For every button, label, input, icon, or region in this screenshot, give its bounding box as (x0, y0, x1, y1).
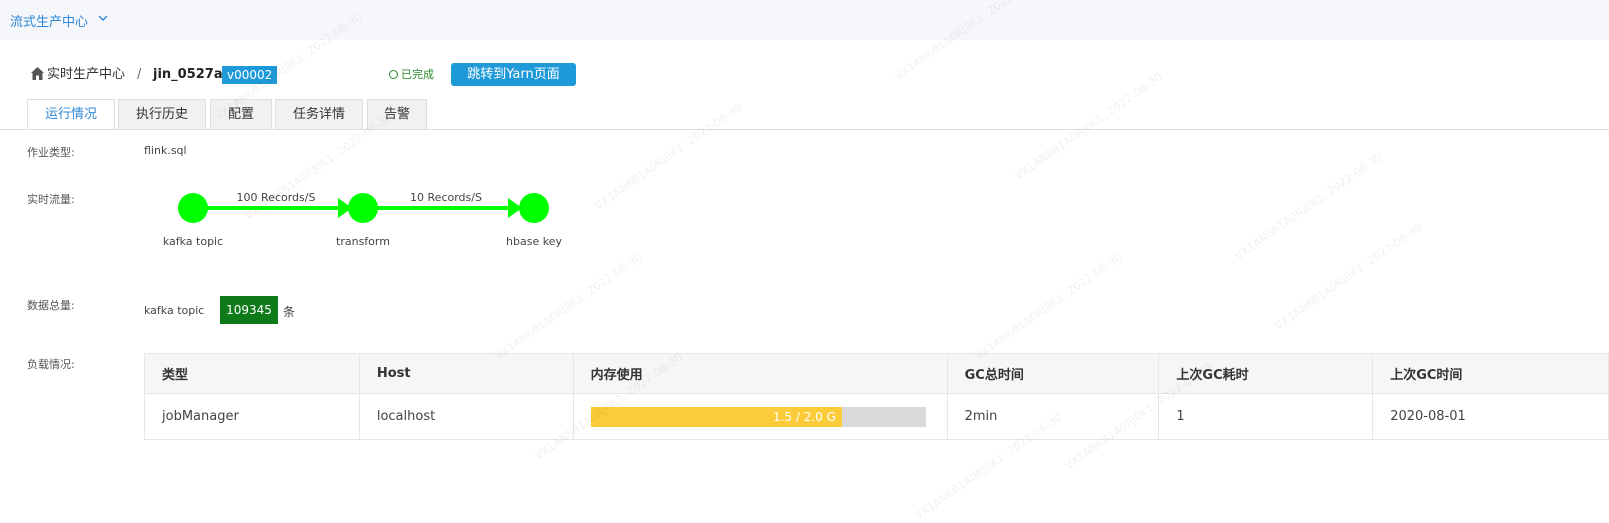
table-header-type: 类型 (144, 353, 360, 394)
memory-usage-bar: 1.5 / 2.0 G (590, 406, 926, 427)
flow-node-hbase (519, 193, 549, 223)
flow-node-label-transform: transform (336, 235, 390, 248)
chevron-down-icon[interactable] (97, 12, 109, 24)
job-type-label: 作业类型: (27, 146, 75, 159)
home-icon (31, 67, 44, 80)
app-switcher-title[interactable]: 流式生产中心 (10, 11, 88, 30)
job-type-value: flink.sql (144, 144, 187, 157)
tab-execution-history[interactable]: 执行历史 (118, 99, 206, 130)
watermark-text: VX1AN6B1A0RJ0K1, 2022-06-30 (492, 250, 645, 363)
cell-host: localhost (358, 393, 574, 440)
flow-node-label-kafka: kafka topic (163, 235, 223, 248)
breadcrumb-separator: / (137, 67, 142, 82)
status-ring-icon (389, 70, 398, 79)
realtime-flow-label: 实时流量: (27, 193, 75, 206)
flow-node-kafka (178, 193, 208, 223)
data-total-unit: 条 (283, 305, 296, 319)
version-badge: v00002 (222, 66, 278, 84)
flow-edge-label-2: 10 Records/S (410, 191, 482, 204)
flow-node-transform (348, 193, 378, 223)
watermark-text: VX1AN6B1A0RJ0K1, 2022-06-30 (1232, 150, 1385, 263)
realtime-flow-diagram: 100 Records/S 10 Records/S kafka topic t… (163, 191, 563, 248)
job-name: jin_0527a (153, 67, 223, 82)
cell-type: jobManager (144, 393, 360, 440)
memory-usage-fill: 1.5 / 2.0 G (590, 406, 842, 427)
table-row: jobManager localhost 1.5 / 2.0 G 2min 1 … (144, 393, 1609, 440)
cell-memory: 1.5 / 2.0 G (572, 393, 948, 440)
jump-to-yarn-button[interactable]: 跳转到Yarn页面 (451, 63, 576, 86)
tab-config[interactable]: 配置 (210, 99, 272, 130)
watermark-text: VX1AN6B1A0RJ0K1, 2022-06-30 (972, 250, 1125, 363)
status-indicator: 已完成 (389, 68, 434, 82)
table-header-row: 类型 Host 内存使用 GC总时间 上次GC耗时 上次GC时间 (144, 353, 1609, 394)
flow-edge-label-1: 100 Records/S (237, 191, 316, 204)
watermark-text: VX1AN6B1A0RJ0K1, 2022-06-30 (1012, 70, 1165, 183)
table-header-last-gc-duration: 上次GC耗时 (1158, 353, 1374, 394)
table-header-host: Host (358, 353, 574, 394)
watermark-text: VX1AN6B1A0RJ0K1, 2022-06-30 (1272, 220, 1425, 333)
tab-task-details[interactable]: 任务详情 (275, 99, 363, 130)
data-total-count: 109345 (220, 296, 278, 324)
load-table: 类型 Host 内存使用 GC总时间 上次GC耗时 上次GC时间 jobMana… (144, 353, 1609, 440)
top-bar: 流式生产中心 (0, 0, 1609, 40)
load-label: 负载情况: (27, 358, 75, 371)
tab-running-status[interactable]: 运行情况 (27, 99, 115, 130)
tabs-divider (0, 129, 1609, 130)
cell-gc-total: 2min (946, 393, 1160, 440)
cell-last-gc-duration: 1 (1158, 393, 1374, 440)
status-text: 已完成 (401, 68, 434, 81)
flow-node-label-hbase: hbase key (506, 235, 562, 248)
watermark-text: VX1AN6B1A0RJ0K1, 2022-06-30 (592, 100, 745, 213)
data-total-source: kafka topic (144, 304, 205, 317)
breadcrumb-root[interactable]: 实时生产中心 (47, 66, 125, 84)
tab-alerts[interactable]: 告警 (367, 99, 427, 130)
table-header-last-gc-time: 上次GC时间 (1372, 353, 1609, 394)
table-header-gc-total: GC总时间 (946, 353, 1160, 394)
table-header-memory: 内存使用 (572, 353, 948, 394)
cell-last-gc-time: 2020-08-01 (1372, 393, 1609, 440)
data-total-label: 数据总量: (27, 299, 75, 312)
